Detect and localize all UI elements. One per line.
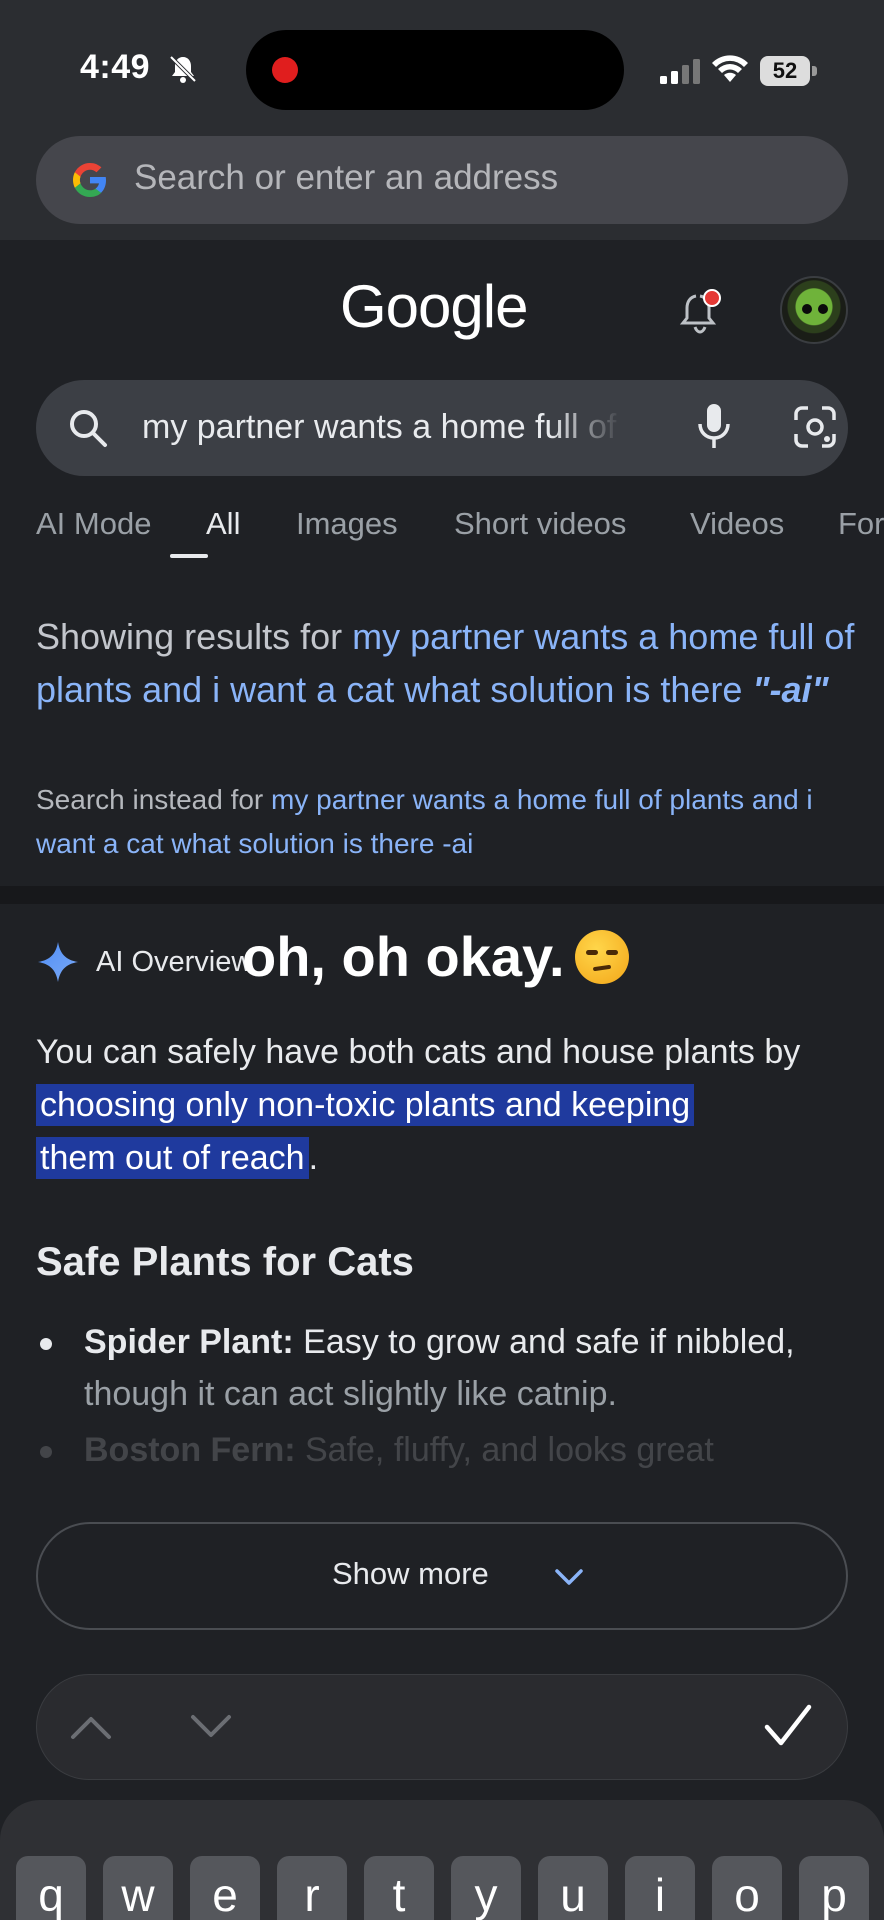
- search-icon: [70, 410, 107, 447]
- key-p[interactable]: p: [799, 1856, 869, 1920]
- bullet-dot: [40, 1446, 52, 1458]
- bell-muted-icon: [169, 55, 197, 83]
- recording-indicator-icon: [272, 57, 298, 83]
- tab-all[interactable]: All: [206, 506, 240, 542]
- search-tabs: AI Mode All Images Short videos Videos F…: [36, 506, 884, 566]
- dynamic-island: [246, 30, 624, 110]
- battery-level: 52: [760, 56, 810, 86]
- chevron-down-icon[interactable]: [187, 1707, 235, 1747]
- list-item: Spider Plant: Easy to grow and safe if n…: [36, 1316, 856, 1420]
- key-t[interactable]: t: [364, 1856, 434, 1920]
- search-box[interactable]: my partner wants a home full of plants a…: [36, 380, 848, 476]
- bullet-text-continued: though it can act slightly like catnip.: [84, 1375, 617, 1413]
- bullet-title: Boston Fern:: [84, 1431, 296, 1469]
- tab-ai-mode[interactable]: AI Mode: [36, 506, 151, 542]
- key-i[interactable]: i: [625, 1856, 695, 1920]
- status-time: 4:49: [80, 48, 151, 86]
- answer-prefix: You can safely have both cats and house …: [36, 1033, 801, 1071]
- caption-text: oh, oh okay.: [242, 925, 565, 988]
- bullet-text: Easy to grow and safe if nibbled,: [293, 1323, 795, 1361]
- google-g-icon: [73, 163, 106, 197]
- browser-top-chrome: 4:49 52 Search or enter an address: [0, 0, 884, 240]
- google-lens-icon[interactable]: [792, 404, 838, 450]
- instead-prefix: Search instead for: [36, 784, 272, 815]
- chevron-up-icon[interactable]: [67, 1707, 115, 1747]
- key-w[interactable]: w: [103, 1856, 173, 1920]
- google-logo[interactable]: Google: [340, 272, 528, 341]
- tab-images[interactable]: Images: [296, 506, 398, 542]
- section-divider: [0, 886, 884, 904]
- answer-highlight-1: choosing only non-toxic plants and keepi…: [36, 1084, 695, 1126]
- search-instead: Search instead for my partner wants a ho…: [36, 778, 856, 866]
- correction-prefix: Showing results for: [36, 616, 353, 657]
- tab-videos[interactable]: Videos: [690, 506, 784, 542]
- find-in-page-bar: [36, 1674, 848, 1780]
- ai-overview-label: AI Overview: [96, 946, 253, 978]
- unamused-face-icon: [574, 930, 629, 984]
- google-results-page: Google my partner wants a home full of p…: [0, 240, 884, 1680]
- cellular-signal-icon: [660, 59, 700, 84]
- notification-bell-icon[interactable]: [676, 286, 728, 338]
- key-u[interactable]: u: [538, 1856, 608, 1920]
- key-o[interactable]: o: [712, 1856, 782, 1920]
- wifi-icon: [712, 55, 748, 82]
- key-r[interactable]: r: [277, 1856, 347, 1920]
- show-more-button[interactable]: Show more: [36, 1522, 848, 1630]
- list-item: Boston Fern: Safe, fluffy, and looks gre…: [36, 1424, 856, 1476]
- address-placeholder: Search or enter an address: [134, 158, 559, 197]
- tab-forums[interactable]: For: [838, 506, 884, 542]
- quoted-term-link[interactable]: "-ai": [752, 669, 828, 710]
- video-caption-overlay: oh, oh okay.: [242, 924, 629, 989]
- active-tab-indicator: [170, 554, 208, 558]
- address-bar[interactable]: Search or enter an address: [36, 136, 848, 224]
- bullet-dot: [40, 1338, 52, 1350]
- bullet-text: Safe, fluffy, and looks great: [295, 1431, 714, 1469]
- key-e[interactable]: e: [190, 1856, 260, 1920]
- answer-suffix: .: [308, 1139, 319, 1177]
- key-y[interactable]: y: [451, 1856, 521, 1920]
- key-q[interactable]: q: [16, 1856, 86, 1920]
- chevron-down-icon: [555, 1569, 583, 1585]
- answer-highlight-2: them out of reach: [36, 1137, 309, 1179]
- section-heading: Safe Plants for Cats: [36, 1240, 414, 1284]
- on-screen-keyboard: q w e r t y u i o p: [0, 1800, 884, 1920]
- tab-short-videos[interactable]: Short videos: [454, 506, 626, 542]
- bullet-title: Spider Plant:: [84, 1323, 294, 1361]
- account-avatar[interactable]: [780, 276, 848, 344]
- spelling-correction: Showing results for my partner wants a h…: [36, 610, 856, 716]
- battery-indicator: 52: [760, 56, 818, 86]
- search-input[interactable]: my partner wants a home full of plants a…: [142, 408, 622, 447]
- microphone-icon[interactable]: [694, 402, 734, 452]
- checkmark-icon[interactable]: [761, 1699, 815, 1753]
- ai-sparkle-icon: [38, 942, 78, 982]
- ai-overview-answer: You can safely have both cats and house …: [36, 1026, 856, 1185]
- show-more-label: Show more: [332, 1556, 489, 1591]
